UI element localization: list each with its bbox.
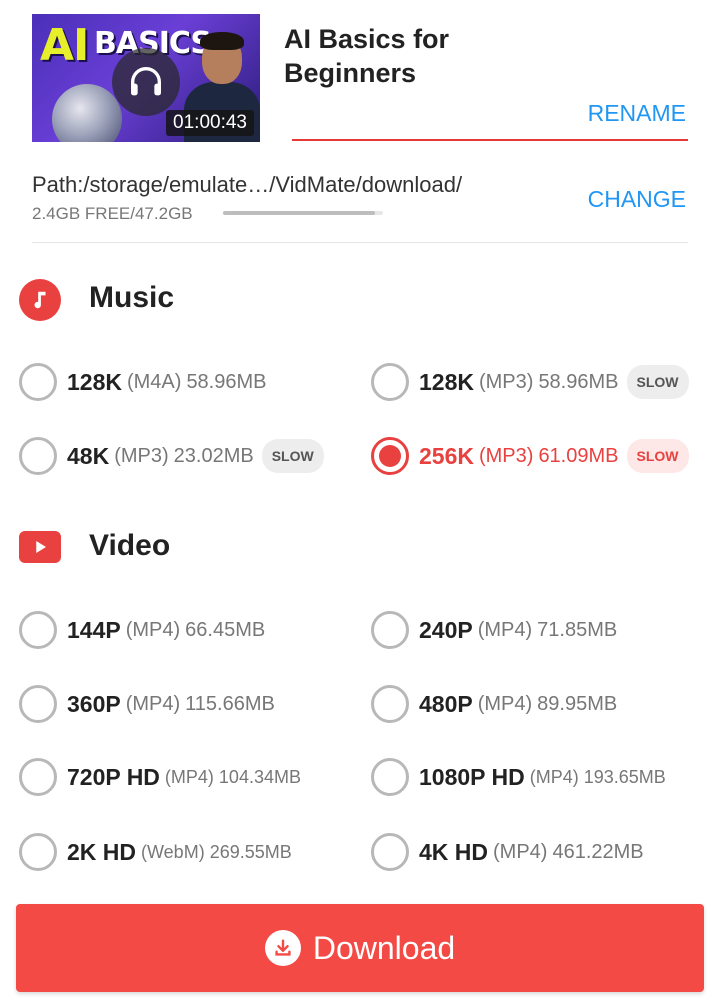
change-path-button[interactable]: CHANGE — [588, 186, 686, 213]
quality-label: 256K — [419, 442, 474, 469]
quality-label: 144P — [67, 616, 121, 643]
storage-free-text: 2.4GB FREE/47.2GB — [32, 204, 193, 223]
format-label: (MP3) — [478, 370, 534, 393]
radio-button-selected[interactable] — [371, 437, 409, 475]
music-section-title: Music — [89, 281, 175, 314]
radio-button[interactable] — [371, 833, 409, 871]
format-label: (MP4) — [125, 692, 181, 715]
slow-badge: SLOW — [626, 439, 689, 473]
video-title[interactable]: AI Basics for Beginners — [284, 22, 584, 90]
video-option-2k-hd[interactable]: 2K HD (WebM) 269.55MB — [19, 833, 292, 871]
size-label: 461.22MB — [552, 840, 644, 863]
storage-usage-fill — [223, 211, 375, 215]
format-label: (MP3) — [114, 444, 169, 467]
quality-label: 128K — [419, 368, 474, 395]
video-option-240p[interactable]: 240P (MP4) 71.85MB — [371, 611, 617, 649]
format-label: (MP4) — [164, 766, 214, 787]
quality-label: 480P — [419, 690, 473, 717]
video-play-icon — [19, 531, 61, 563]
radio-button[interactable] — [371, 685, 409, 723]
video-option-1080p-hd[interactable]: 1080P HD (MP4) 193.65MB — [371, 758, 666, 796]
divider — [32, 242, 688, 243]
music-option-128k-mp3[interactable]: 128K (MP3) 58.96MB SLOW — [371, 363, 689, 401]
format-label: (M4A) — [126, 370, 182, 393]
rename-button[interactable]: RENAME — [588, 100, 686, 127]
title-underline — [292, 139, 688, 141]
radio-button[interactable] — [19, 363, 57, 401]
quality-label: 1080P HD — [419, 763, 525, 790]
slow-badge: SLOW — [261, 439, 324, 473]
music-option-256k-mp3[interactable]: 256K (MP3) 61.09MB SLOW — [371, 437, 689, 475]
size-label: 61.09MB — [538, 444, 619, 467]
size-label: 71.85MB — [537, 618, 618, 641]
format-label: (MP4) — [493, 840, 548, 863]
radio-button[interactable] — [19, 685, 57, 723]
quality-label: 360P — [67, 690, 121, 717]
size-label: 58.96MB — [186, 370, 267, 393]
quality-label: 48K — [67, 442, 110, 469]
video-option-4k-hd[interactable]: 4K HD (MP4) 461.22MB — [371, 833, 644, 871]
video-option-480p[interactable]: 480P (MP4) 89.95MB — [371, 685, 617, 723]
radio-button[interactable] — [19, 611, 57, 649]
quality-label: 4K HD — [419, 838, 489, 865]
size-label: 23.02MB — [173, 444, 254, 467]
download-button[interactable]: Download — [16, 904, 704, 992]
video-section-title: Video — [89, 529, 171, 562]
size-label: 115.66MB — [185, 692, 275, 715]
quality-label: 240P — [419, 616, 473, 643]
video-option-720p-hd[interactable]: 720P HD (MP4) 104.34MB — [19, 758, 301, 796]
format-label: (WebM) — [141, 841, 205, 862]
format-label: (MP4) — [477, 618, 533, 641]
download-icon — [264, 930, 301, 966]
download-label: Download — [312, 929, 456, 966]
size-label: 104.34MB — [218, 766, 301, 787]
radio-button[interactable] — [371, 611, 409, 649]
format-label: (MP4) — [125, 618, 181, 641]
video-option-360p[interactable]: 360P (MP4) 115.66MB — [19, 685, 275, 723]
size-label: 66.45MB — [185, 618, 266, 641]
size-label: 193.65MB — [583, 766, 666, 787]
radio-button[interactable] — [371, 758, 409, 796]
headphones-icon — [112, 48, 180, 116]
robot-illustration — [52, 84, 122, 142]
quality-label: 720P HD — [67, 763, 160, 790]
quality-label: 128K — [67, 368, 122, 395]
video-thumbnail[interactable]: AI BASICS 01:00:43 — [32, 14, 260, 142]
size-label: 89.95MB — [537, 692, 618, 715]
slow-badge: SLOW — [626, 365, 689, 399]
music-note-icon — [19, 279, 61, 321]
radio-button[interactable] — [19, 758, 57, 796]
format-label: (MP3) — [478, 444, 534, 467]
format-label: (MP4) — [477, 692, 533, 715]
video-option-144p[interactable]: 144P (MP4) 66.45MB — [19, 611, 265, 649]
storage-usage-bar — [223, 211, 383, 215]
radio-button[interactable] — [371, 363, 409, 401]
download-path: Path:/storage/emulate…/VidMate/download/ — [32, 172, 463, 197]
music-option-128k-m4a[interactable]: 128K (M4A) 58.96MB — [19, 363, 267, 401]
thumbnail-text-ai: AI — [40, 20, 89, 71]
music-option-48k-mp3[interactable]: 48K (MP3) 23.02MB SLOW — [19, 437, 324, 475]
duration-badge: 01:00:43 — [166, 110, 254, 136]
size-label: 269.55MB — [209, 841, 292, 862]
radio-button[interactable] — [19, 833, 57, 871]
radio-button[interactable] — [19, 437, 57, 475]
size-label: 58.96MB — [538, 370, 619, 393]
quality-label: 2K HD — [67, 838, 137, 865]
format-label: (MP4) — [529, 766, 579, 787]
